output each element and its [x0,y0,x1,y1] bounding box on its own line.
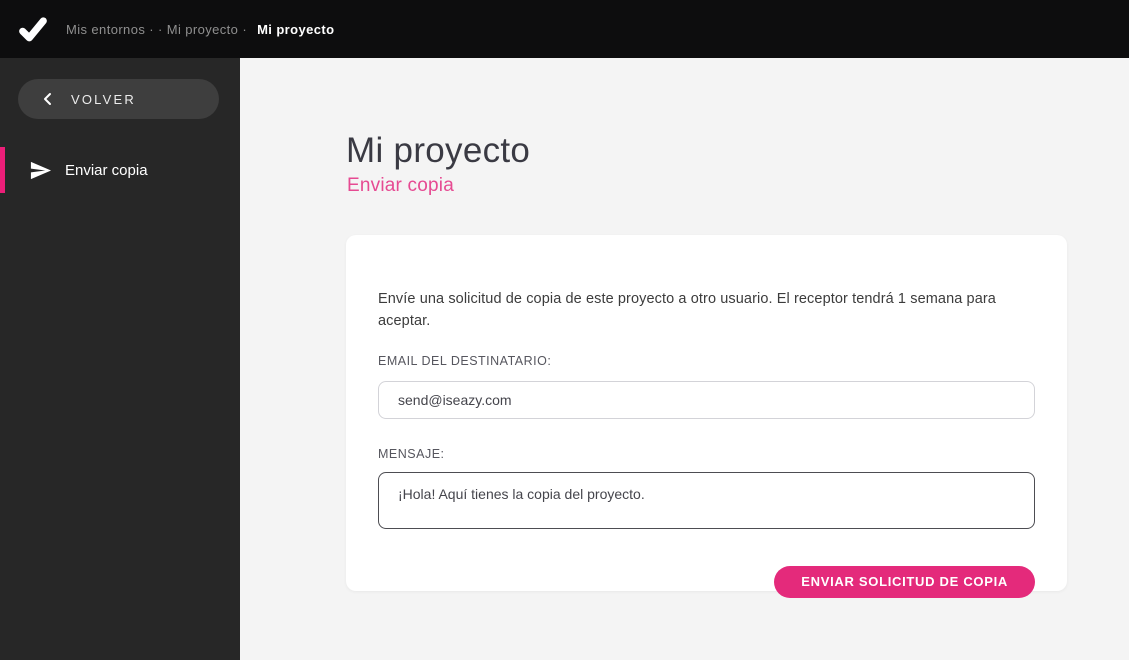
back-button-label: VOLVER [71,91,136,107]
breadcrumb: Mis entornos · · Mi proyecto · Mi proyec… [66,22,334,37]
sidebar: VOLVER Enviar copia [0,58,240,660]
send-copy-request-button[interactable]: ENVIAR SOLICITUD DE COPIA [774,565,1035,598]
message-label: MENSAJE: [378,446,445,461]
button-row: ENVIAR SOLICITUD DE COPIA [378,565,1035,598]
email-label: EMAIL DEL DESTINATARIO: [378,353,552,368]
chevron-left-icon [42,92,53,106]
send-copy-card: Envíe una solicitud de copia de este pro… [346,235,1067,598]
page-subtitle: Enviar copia [347,174,454,196]
app-root: Mis entornos · · Mi proyecto · Mi proyec… [0,0,1129,660]
back-button[interactable]: VOLVER [18,79,219,119]
active-indicator [0,147,5,193]
message-textarea[interactable]: ¡Hola! Aquí tienes la copia del proyecto… [378,471,1035,529]
check-icon [16,13,50,45]
main-content: Mi proyecto Enviar copia Envíe una solic… [240,58,1129,660]
topbar: Mis entornos · · Mi proyecto · Mi proyec… [0,0,1129,58]
email-input[interactable] [378,380,1035,419]
sidebar-item-enviar-copia[interactable]: Enviar copia [0,147,240,193]
send-icon [29,159,52,182]
card-description: Envíe una solicitud de copia de este pro… [378,290,996,329]
page-title: Mi proyecto [346,131,531,171]
breadcrumb-current: Mi proyecto [257,21,335,37]
logo[interactable] [13,10,53,48]
breadcrumb-trail[interactable]: Mis entornos · · Mi proyecto · [66,22,247,37]
sidebar-item-label: Enviar copia [65,161,148,179]
